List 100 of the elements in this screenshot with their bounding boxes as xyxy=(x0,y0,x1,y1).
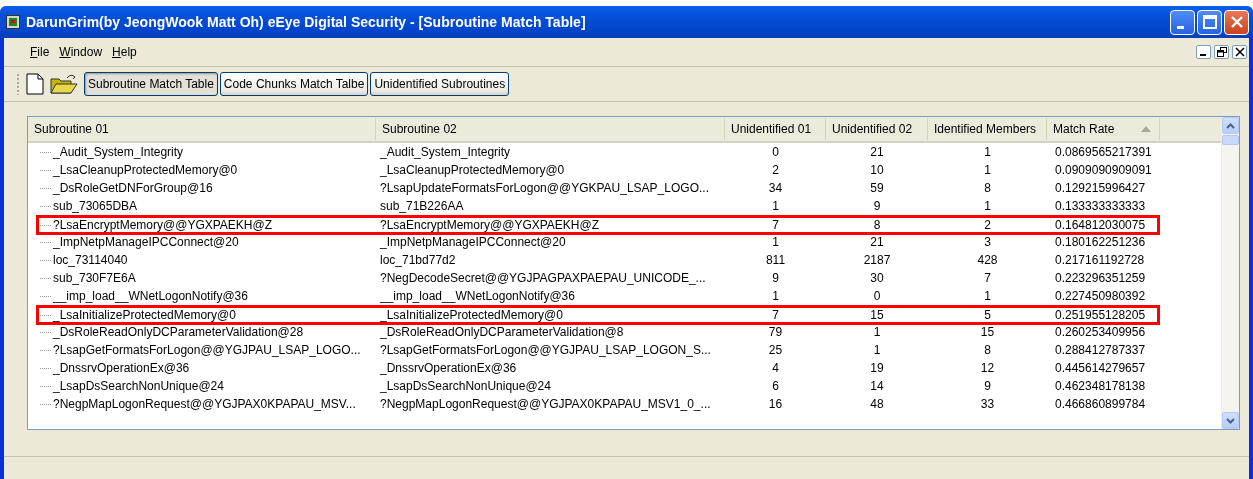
toolbar-tab-button[interactable]: Code Chunks Match Talbe xyxy=(219,72,369,96)
scroll-up-button[interactable] xyxy=(1222,117,1239,134)
menu-item[interactable]: Window xyxy=(59,45,103,59)
table-cell-text: 9 xyxy=(983,379,992,393)
table-cell-text: 1 xyxy=(983,163,992,177)
table-cell-text: 7 xyxy=(983,271,992,285)
table-cell-text: 25 xyxy=(767,343,784,357)
table-cell-text: 3 xyxy=(983,235,992,249)
column-header[interactable]: Subroutine 01 xyxy=(28,118,376,140)
table-cell-text: ?LsapUpdateFormatsForLogon@@YGKPAU_LSAP_LOGO... xyxy=(379,181,710,195)
table-cell-text: 1 xyxy=(983,289,992,303)
table-cell-text: 1 xyxy=(771,235,780,249)
app-icon xyxy=(6,15,20,29)
table-cell-text: 21 xyxy=(869,145,885,159)
table-cell-text: 9 xyxy=(771,271,780,285)
table-cell-text: 0.217161192728 xyxy=(1054,253,1146,267)
maximize-icon xyxy=(1202,15,1217,29)
table-cell-text: 16 xyxy=(767,397,784,411)
close-button[interactable] xyxy=(1232,45,1247,59)
table-cell-text: ?NegDecodeSecret@@YGJPAGPAXPAEPAU_UNICODE_... xyxy=(379,271,707,285)
scroll-bar[interactable] xyxy=(1221,117,1239,429)
scroll-down-button[interactable] xyxy=(1222,412,1239,429)
table-cell-text: 2 xyxy=(983,218,992,232)
menu-item[interactable]: File xyxy=(30,45,50,59)
table-cell-text: loc_71bd77d2 xyxy=(379,253,457,267)
table-cell-text: _ImpNetpManageIPCConnect@20 xyxy=(379,235,567,249)
table-cell-text: 0.180162251236 xyxy=(1054,235,1147,249)
table-cell-text: _LsaCleanupProtectedMemory@0 xyxy=(379,163,566,177)
table-cell-text: 5 xyxy=(983,308,992,322)
table-cell-text: 34 xyxy=(767,181,784,195)
column-header[interactable]: Identified Members xyxy=(928,118,1047,140)
table-cell-text: 79 xyxy=(767,325,784,339)
table-cell-text: 2187 xyxy=(862,253,892,267)
table-cell-text: 1 xyxy=(771,199,780,213)
table-cell-text: 1 xyxy=(872,325,882,339)
new-document-icon[interactable] xyxy=(26,73,44,95)
table-cell: _LsaInitializeProtectedMemory@0 xyxy=(53,308,236,322)
table-cell-text: 8 xyxy=(983,343,992,357)
table-cell-text: 0.164812030075 xyxy=(1054,218,1147,232)
table-cell-text: 19 xyxy=(869,361,885,375)
table-cell-text: 1 xyxy=(983,145,992,159)
table-cell-text: 59 xyxy=(869,181,885,195)
column-header[interactable]: Unidentified 01 xyxy=(725,118,826,140)
table-cell-text: 0.223296351259 xyxy=(1054,271,1147,285)
column-header[interactable]: Subroutine 02 xyxy=(376,118,725,140)
toolbar-tab-button[interactable]: Unidentified Subroutines xyxy=(370,72,510,96)
table-cell: sub_73065DBA xyxy=(53,199,138,213)
table-cell-text: 0.129215996427 xyxy=(1054,181,1147,195)
table-cell-text: 15 xyxy=(979,325,996,339)
table-cell-text: 4 xyxy=(771,361,780,375)
table-cell-text: 30 xyxy=(869,271,885,285)
close-icon xyxy=(1234,47,1245,57)
table-cell: _LsapDsSearchNonUnique@24 xyxy=(53,379,224,393)
table-cell-text: 0.0869565217391 xyxy=(1054,145,1153,159)
minimize-icon xyxy=(1177,25,1184,29)
table-cell-text: 6 xyxy=(771,379,780,393)
table-cell-text: 0.133333333333 xyxy=(1054,199,1147,213)
window-title: DarunGrim(by JeongWook Matt Oh) eEye Digital Security - [Subroutine Match Table] xyxy=(26,14,587,30)
table-cell-text: _LsaInitializeProtectedMemory@0 xyxy=(379,308,564,322)
table-cell: _Audit_System_Integrity xyxy=(53,145,184,159)
table-cell-text: 8 xyxy=(983,181,992,195)
table-cell-text: 0.260253409956 xyxy=(1054,325,1147,339)
table-cell-text: 14 xyxy=(869,379,885,393)
open-folder-icon[interactable] xyxy=(50,73,78,95)
menu-item[interactable]: Help xyxy=(112,45,137,59)
table-cell: __imp_load__WNetLogonNotify@36 xyxy=(53,289,248,303)
table-cell-text: 0.445614279657 xyxy=(1054,361,1147,375)
scroll-thumb[interactable] xyxy=(1222,135,1239,145)
minimize-button[interactable] xyxy=(1196,45,1211,59)
table-cell: _ImpNetpManageIPCConnect@20 xyxy=(53,235,239,249)
table-cell-text: 2 xyxy=(771,163,780,177)
table-cell-text: 10 xyxy=(869,163,885,177)
table-cell-text: 428 xyxy=(976,253,999,267)
table-cell-text: 811 xyxy=(764,253,787,267)
table-cell-text: sub_71B226AA xyxy=(379,199,465,213)
table-cell: ?LsaEncryptMemory@@YGXPAEKH@Z xyxy=(53,218,273,232)
table-cell-text: 0.0909090909091 xyxy=(1054,163,1153,177)
toolbar-tab-button[interactable]: Subroutine Match Table xyxy=(84,72,218,96)
table-cell-text: 8 xyxy=(872,218,882,232)
table-cell-text: 7 xyxy=(771,308,780,322)
table-cell-text: 7 xyxy=(771,218,780,232)
table-cell-text: 33 xyxy=(979,397,996,411)
table-cell-text: ?NegpMapLogonRequest@@YGJPAX0KPAPAU_MSV1_0_... xyxy=(379,397,712,411)
table-cell: _DsRoleReadOnlyDCParameterValidation@28 xyxy=(53,325,304,339)
table-cell-text: _DnssrvOperationEx@36 xyxy=(379,361,518,375)
table-cell: _DnssrvOperationEx@36 xyxy=(53,361,190,375)
maximize-button[interactable] xyxy=(1197,9,1222,35)
column-header[interactable]: Unidentified 02 xyxy=(826,118,928,140)
close-icon xyxy=(1229,15,1244,29)
column-header[interactable]: Match Rate xyxy=(1047,118,1160,140)
table-cell-text: 0.227450980392 xyxy=(1054,289,1147,303)
table-cell-text: _DsRoleReadOnlyDCParameterValidation@8 xyxy=(379,325,625,339)
table-cell-text: 0.462348178138 xyxy=(1054,379,1147,393)
table-cell-text: 0 xyxy=(771,145,780,159)
restore-button[interactable] xyxy=(1214,45,1229,59)
table-cell-text: __imp_load__WNetLogonNotify@36 xyxy=(379,289,576,303)
table-cell-text: 0.466860899784 xyxy=(1054,397,1147,411)
table-cell-text: 21 xyxy=(869,235,885,249)
sort-ascending-icon xyxy=(1141,126,1151,132)
table-cell: sub_730F7E6A xyxy=(53,271,136,285)
